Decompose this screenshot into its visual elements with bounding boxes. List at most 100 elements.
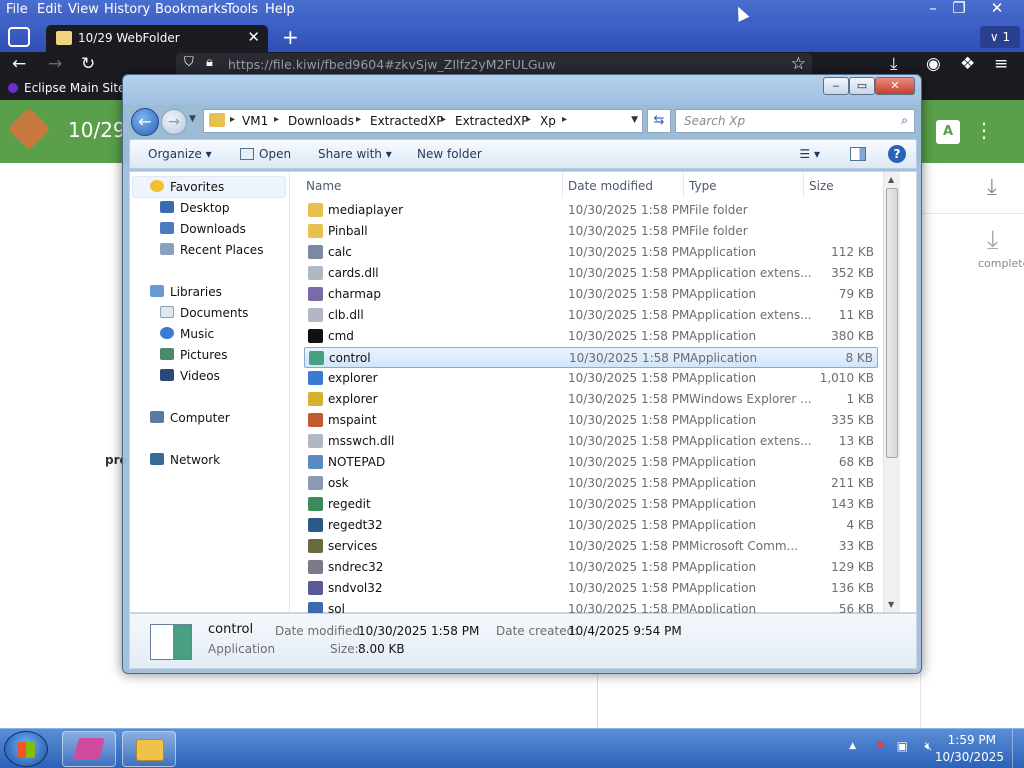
download-icon[interactable]: ⤓: [987, 175, 997, 200]
open-button[interactable]: Open: [240, 147, 291, 161]
clock-time[interactable]: 1:59 PM: [948, 733, 996, 747]
extensions-icon[interactable]: ❖: [960, 54, 975, 74]
preview-pane-icon[interactable]: [850, 147, 866, 161]
tab-list-button[interactable]: ∨ 1: [980, 26, 1020, 48]
scrollbar-thumb[interactable]: [886, 188, 898, 458]
forward-arrow-icon[interactable]: →: [48, 54, 62, 74]
vertical-scrollbar[interactable]: ▲ ▼: [883, 172, 900, 612]
column-divider[interactable]: [683, 172, 684, 198]
column-divider[interactable]: [803, 172, 804, 198]
tab-overview-icon[interactable]: [8, 27, 30, 47]
address-dropdown-icon[interactable]: ▼: [631, 115, 638, 125]
breadcrumb-xp[interactable]: Xp: [540, 114, 556, 128]
action-center-flag-icon[interactable]: ⚑: [875, 739, 886, 753]
column-header-date-modified[interactable]: Date modified: [568, 179, 653, 193]
file-row[interactable]: mediaplayer 10/30/2025 1:58 PM File folder: [304, 200, 878, 221]
nav-computer[interactable]: Computer: [150, 411, 230, 425]
file-row[interactable]: NOTEPAD 10/30/2025 1:58 PM Application 68 K…: [304, 452, 878, 473]
column-divider[interactable]: [562, 172, 563, 198]
show-desktop-button[interactable]: [1012, 729, 1024, 768]
back-button[interactable]: ←: [131, 108, 159, 136]
downloads-icon[interactable]: ⤓: [890, 54, 898, 74]
minimize-icon[interactable]: –: [920, 0, 946, 17]
tab-webfolder[interactable]: 10/29 WebFolder ✕: [46, 25, 268, 52]
breadcrumb-separator[interactable]: ▸: [274, 114, 279, 125]
file-row[interactable]: mspaint 10/30/2025 1:58 PM Application 335 …: [304, 410, 878, 431]
file-row[interactable]: regedit 10/30/2025 1:58 PM Application 143 …: [304, 494, 878, 515]
nav-libraries[interactable]: Libraries: [150, 285, 222, 299]
volume-muted-icon[interactable]: 🔇︎: [924, 739, 932, 754]
taskbar-explorer-button[interactable]: [122, 731, 176, 767]
show-hidden-icons-arrow-icon[interactable]: ▲: [849, 741, 856, 751]
change-view-icon[interactable]: ☰ ▾: [799, 147, 820, 161]
breadcrumb-separator[interactable]: ▸: [356, 114, 361, 125]
refresh-button[interactable]: ⇆: [647, 109, 671, 133]
search-box[interactable]: Search Xp ⌕: [675, 109, 915, 133]
nav-downloads[interactable]: Downloads: [160, 222, 246, 236]
lock-icon[interactable]: 🔒︎: [206, 55, 213, 70]
breadcrumb-separator[interactable]: ▸: [230, 114, 235, 125]
address-bar[interactable]: ▸ VM1 ▸ Downloads ▸ ExtractedXP ▸ Extrac…: [203, 109, 643, 133]
close-icon[interactable]: ✕: [984, 0, 1010, 17]
file-row[interactable]: cards.dll 10/30/2025 1:58 PM Application e…: [304, 263, 878, 284]
nav-recent-places[interactable]: Recent Places: [160, 243, 263, 257]
more-vertical-icon[interactable]: ⋮: [974, 118, 994, 142]
breadcrumb-separator[interactable]: ▸: [526, 114, 531, 125]
new-folder-button[interactable]: New folder: [417, 147, 482, 161]
nav-videos[interactable]: Videos: [160, 369, 220, 383]
breadcrumb-extractedxp-2[interactable]: ExtractedXP: [455, 114, 528, 128]
file-row[interactable]: services 10/30/2025 1:58 PM Microsoft Comm…: [304, 536, 878, 557]
translate-icon[interactable]: A: [936, 120, 960, 144]
menu-history[interactable]: History: [104, 2, 150, 17]
file-row[interactable]: msswch.dll 10/30/2025 1:58 PM Application …: [304, 431, 878, 452]
hamburger-menu-icon[interactable]: ≡: [994, 54, 1008, 74]
explorer-titlebar[interactable]: [123, 75, 921, 105]
explorer-minimize-button[interactable]: ‒: [823, 77, 849, 95]
bookmark-eclipse[interactable]: Eclipse Main Site: [8, 81, 125, 95]
file-row[interactable]: explorer 10/30/2025 1:58 PM Windows Explor…: [304, 389, 878, 410]
menu-view[interactable]: View: [68, 2, 99, 17]
nav-network[interactable]: Network: [150, 453, 220, 467]
bookmark-star-icon[interactable]: ☆: [791, 54, 806, 74]
nav-music[interactable]: Music: [160, 327, 214, 341]
restore-icon[interactable]: ❐: [946, 0, 972, 17]
reload-icon[interactable]: ↻: [81, 54, 95, 74]
nav-pictures[interactable]: Pictures: [160, 348, 228, 362]
explorer-maximize-button[interactable]: ▭: [849, 77, 875, 95]
file-row[interactable]: sndvol32 10/30/2025 1:58 PM Application 136…: [304, 578, 878, 599]
column-header-name[interactable]: Name: [306, 179, 341, 193]
start-button[interactable]: [4, 731, 48, 767]
breadcrumb-vm1[interactable]: VM1: [242, 114, 268, 128]
menu-tools[interactable]: Tools: [226, 2, 258, 17]
nav-documents[interactable]: Documents: [160, 306, 248, 320]
menu-bookmarks[interactable]: Bookmarks: [155, 2, 228, 17]
file-row[interactable]: regedt32 10/30/2025 1:58 PM Application 4 K…: [304, 515, 878, 536]
nav-favorites[interactable]: Favorites: [150, 180, 224, 194]
back-arrow-icon[interactable]: ←: [12, 54, 26, 74]
share-with-button[interactable]: Share with ▾: [318, 147, 392, 161]
network-tray-icon[interactable]: ▣: [897, 739, 908, 753]
file-row[interactable]: osk 10/30/2025 1:58 PM Application 211 KB: [304, 473, 878, 494]
menu-edit[interactable]: Edit: [37, 2, 62, 17]
column-header-type[interactable]: Type: [689, 179, 717, 193]
search-icon[interactable]: ⌕: [901, 113, 908, 128]
help-icon[interactable]: ?: [888, 145, 906, 163]
breadcrumb-separator[interactable]: ▸: [441, 114, 446, 125]
breadcrumb-extractedxp[interactable]: ExtractedXP: [370, 114, 443, 128]
file-row[interactable]: Pinball 10/30/2025 1:58 PM File folder: [304, 221, 878, 242]
explorer-close-button[interactable]: ✕: [875, 77, 915, 95]
file-row[interactable]: charmap 10/30/2025 1:58 PM Application 79 K…: [304, 284, 878, 305]
tab-close-icon[interactable]: ✕: [247, 28, 260, 46]
file-row[interactable]: clb.dll 10/30/2025 1:58 PM Application ext…: [304, 305, 878, 326]
file-row[interactable]: sndrec32 10/30/2025 1:58 PM Application 129…: [304, 557, 878, 578]
menu-file[interactable]: File: [6, 2, 28, 17]
new-tab-plus-icon[interactable]: +: [282, 25, 299, 49]
url-text[interactable]: https://file.kiwi/fbed9604#zkvSjw_ZIlfz2…: [228, 57, 556, 72]
breadcrumb-separator[interactable]: ▸: [562, 114, 567, 125]
breadcrumb-downloads[interactable]: Downloads: [288, 114, 354, 128]
scroll-up-arrow-icon[interactable]: ▲: [888, 175, 894, 184]
file-row[interactable]: control 10/30/2025 1:58 PM Application 8 KB: [304, 347, 878, 368]
file-row[interactable]: explorer 10/30/2025 1:58 PM Application 1,0…: [304, 368, 878, 389]
menu-help[interactable]: Help: [265, 2, 295, 17]
file-row[interactable]: calc 10/30/2025 1:58 PM Application 112 KB: [304, 242, 878, 263]
